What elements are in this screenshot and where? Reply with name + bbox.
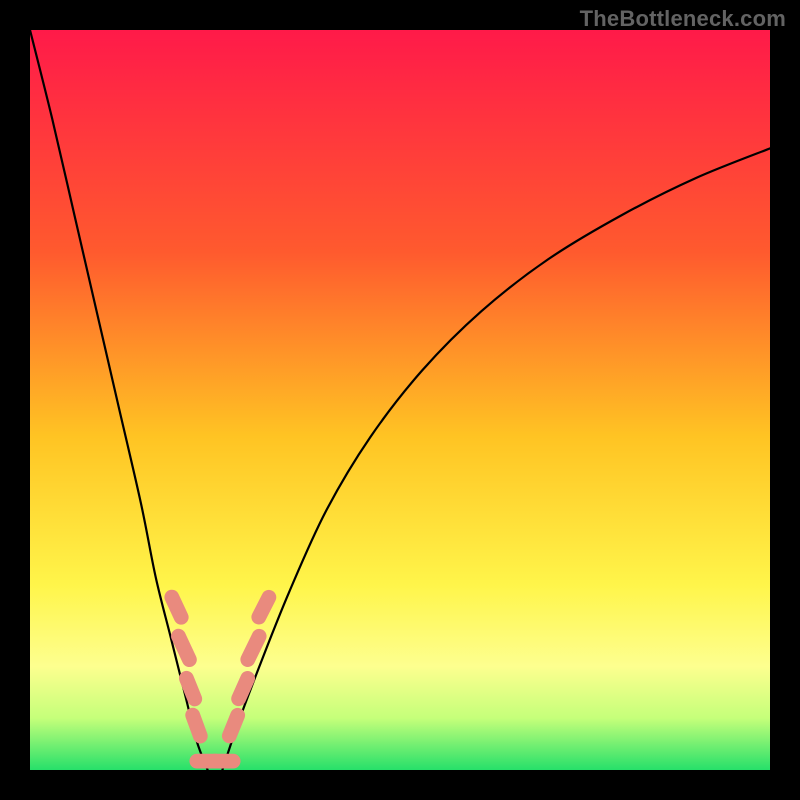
chart-frame: TheBottleneck.com [0, 0, 800, 800]
plot-area [30, 30, 770, 770]
chart-svg [30, 30, 770, 770]
data-marker [207, 754, 240, 769]
gradient-background [30, 30, 770, 770]
watermark-text: TheBottleneck.com [580, 6, 786, 32]
